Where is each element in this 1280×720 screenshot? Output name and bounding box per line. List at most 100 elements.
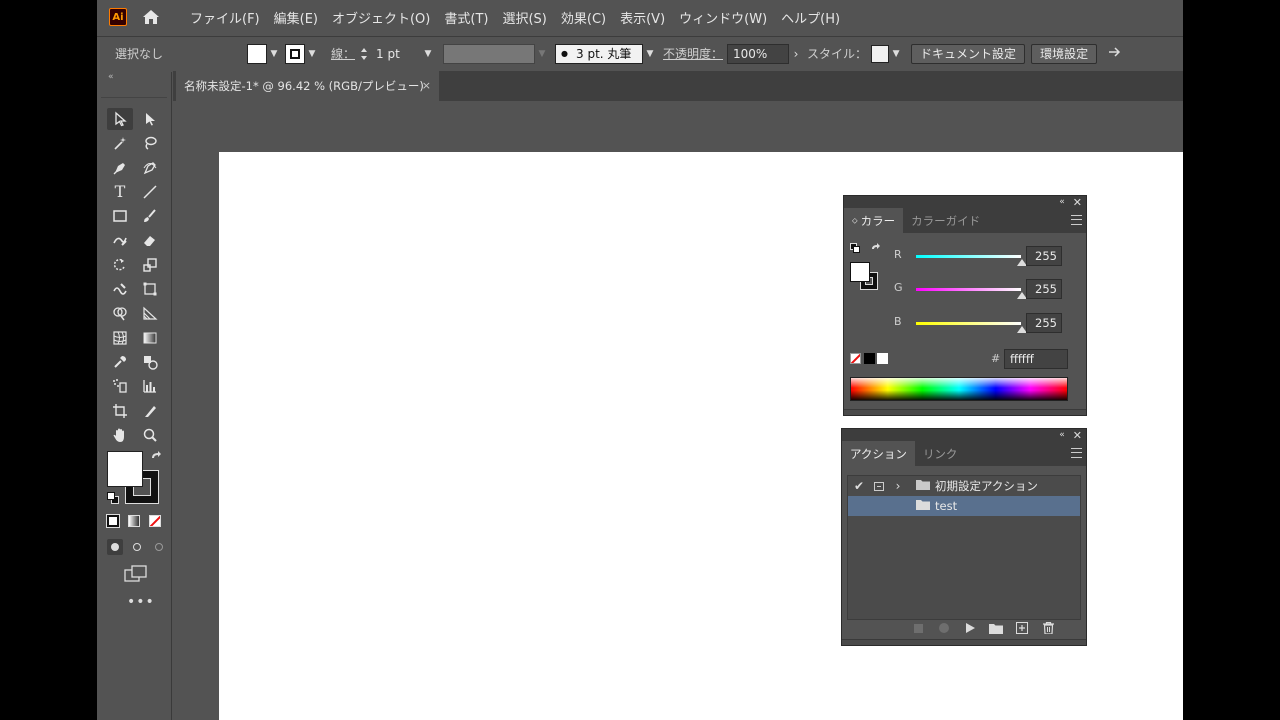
panel-titlebar[interactable]: « ✕ xyxy=(844,196,1086,209)
action-set-row[interactable]: test xyxy=(848,496,1080,516)
menu-help[interactable]: ヘルプ(H) xyxy=(774,8,847,27)
shaper-tool-icon[interactable] xyxy=(107,229,133,251)
home-icon[interactable] xyxy=(141,7,161,27)
new-set-folder-icon[interactable] xyxy=(986,620,1006,636)
eraser-tool-icon[interactable] xyxy=(137,229,163,251)
menu-view[interactable]: 表示(V) xyxy=(613,8,672,27)
more-tools-icon[interactable]: ••• xyxy=(127,594,155,610)
direct-selection-tool-icon[interactable] xyxy=(137,108,163,130)
panel-collapse-icon[interactable]: « xyxy=(97,72,171,86)
blue-value-field[interactable]: 255 xyxy=(1026,313,1062,333)
default-colors-icon[interactable] xyxy=(107,492,119,504)
eyedropper-tool-icon[interactable] xyxy=(107,351,133,373)
shape-builder-tool-icon[interactable] xyxy=(107,302,133,324)
free-transform-tool-icon[interactable] xyxy=(137,278,163,300)
slice-tool-icon[interactable] xyxy=(137,400,163,422)
panel-menu-icon[interactable] xyxy=(1071,215,1082,225)
menu-file[interactable]: ファイル(F) xyxy=(183,8,267,27)
mesh-tool-icon[interactable] xyxy=(107,327,133,349)
scale-tool-icon[interactable] xyxy=(137,254,163,276)
menu-select[interactable]: 選択(S) xyxy=(495,8,553,27)
paintbrush-tool-icon[interactable] xyxy=(137,205,163,227)
black-swatch[interactable] xyxy=(864,353,875,364)
type-tool-icon[interactable]: T xyxy=(107,181,133,203)
tab-links[interactable]: リンク xyxy=(915,441,966,466)
chevron-right-icon[interactable]: › xyxy=(789,44,803,64)
chevron-down-icon[interactable]: ▼ xyxy=(421,44,435,64)
document-tab[interactable]: 名称未設定-1* @ 96.42 % (RGB/プレビュー) × xyxy=(176,71,439,101)
trash-icon[interactable] xyxy=(1038,620,1058,636)
menu-type[interactable]: 書式(T) xyxy=(437,8,495,27)
play-icon[interactable] xyxy=(960,620,980,636)
menu-window[interactable]: ウィンドウ(W) xyxy=(672,8,774,27)
fill-color-swatch[interactable] xyxy=(107,451,143,487)
dialog-toggle-icon[interactable] xyxy=(870,481,888,491)
stroke-swatch[interactable] xyxy=(285,43,305,64)
action-set-row[interactable]: ✔ › 初期設定アクション xyxy=(848,476,1080,496)
opacity-field[interactable]: 100% xyxy=(727,43,790,64)
panel-menu-icon[interactable] xyxy=(1071,448,1082,458)
green-slider-track[interactable] xyxy=(916,288,1021,291)
panel-resize-grip[interactable] xyxy=(842,639,1086,645)
warp-tool-icon[interactable] xyxy=(107,278,133,300)
tab-color[interactable]: ⬦ カラー xyxy=(844,208,904,233)
menu-effect[interactable]: 効果(C) xyxy=(554,8,613,27)
menu-edit[interactable]: 編集(E) xyxy=(267,8,325,27)
tab-color-guide[interactable]: カラーガイド xyxy=(903,208,988,233)
draw-normal-icon[interactable] xyxy=(107,539,123,555)
chevron-down-icon[interactable]: ▼ xyxy=(305,44,319,64)
none-color-icon[interactable] xyxy=(850,353,861,364)
symbol-sprayer-tool-icon[interactable] xyxy=(107,375,133,397)
tab-actions[interactable]: アクション xyxy=(842,441,915,466)
hand-tool-icon[interactable] xyxy=(107,424,133,446)
red-value-field[interactable]: 255 xyxy=(1026,246,1062,266)
graphic-style-swatch[interactable] xyxy=(871,44,890,63)
color-mode-icon[interactable] xyxy=(106,514,120,528)
spinner-icon[interactable] xyxy=(357,44,371,64)
stroke-weight-field[interactable]: 1 pt xyxy=(371,43,422,64)
close-panel-icon[interactable]: ✕ xyxy=(1073,429,1082,442)
magic-wand-tool-icon[interactable] xyxy=(107,132,133,154)
line-tool-icon[interactable] xyxy=(137,181,163,203)
fill-swatch[interactable] xyxy=(247,43,267,64)
swap-fill-stroke-icon[interactable] xyxy=(870,242,882,257)
zoom-tool-icon[interactable] xyxy=(137,424,163,446)
draw-inside-icon[interactable] xyxy=(151,539,167,555)
document-setup-button[interactable]: ドキュメント設定 xyxy=(911,43,1026,64)
chevron-down-icon[interactable]: ▼ xyxy=(643,44,657,64)
red-slider-track[interactable] xyxy=(916,255,1021,258)
collapse-panel-icon[interactable]: « xyxy=(1059,197,1065,207)
chevron-right-icon[interactable]: › xyxy=(888,479,908,493)
panel-grip[interactable] xyxy=(101,86,167,98)
brush-definition[interactable]: ● 3 pt. 丸筆 xyxy=(555,43,644,64)
checkmark-icon[interactable]: ✔ xyxy=(848,479,870,493)
green-value-field[interactable]: 255 xyxy=(1026,279,1062,299)
default-fill-stroke-icon[interactable] xyxy=(850,243,860,253)
draw-behind-icon[interactable] xyxy=(129,539,145,555)
blend-tool-icon[interactable] xyxy=(137,351,163,373)
artboard-tool-icon[interactable] xyxy=(107,400,133,422)
swap-colors-icon[interactable] xyxy=(149,450,163,467)
perspective-grid-tool-icon[interactable] xyxy=(137,302,163,324)
panel-titlebar[interactable]: « ✕ xyxy=(842,429,1086,442)
pen-tool-icon[interactable] xyxy=(107,157,133,179)
rotate-tool-icon[interactable] xyxy=(107,254,133,276)
close-icon[interactable]: × xyxy=(422,79,431,92)
rectangle-tool-icon[interactable] xyxy=(107,205,133,227)
none-mode-icon[interactable] xyxy=(149,515,161,527)
collapse-panel-icon[interactable]: « xyxy=(1059,430,1065,440)
new-action-icon[interactable] xyxy=(1012,620,1032,636)
chevron-down-icon[interactable]: ▼ xyxy=(267,44,281,64)
blue-slider-track[interactable] xyxy=(916,322,1021,325)
close-panel-icon[interactable]: ✕ xyxy=(1073,196,1082,209)
lasso-tool-icon[interactable] xyxy=(137,132,163,154)
variable-width-profile[interactable] xyxy=(443,43,536,64)
preferences-button[interactable]: 環境設定 xyxy=(1031,43,1098,64)
menu-object[interactable]: オブジェクト(O) xyxy=(325,8,437,27)
arrange-documents-icon[interactable] xyxy=(1107,45,1121,62)
screen-mode-icon[interactable] xyxy=(124,565,148,586)
panel-fill-swatch[interactable] xyxy=(850,262,870,282)
color-spectrum[interactable] xyxy=(850,377,1068,401)
selection-tool-icon[interactable] xyxy=(107,108,133,130)
chevron-down-icon[interactable]: ▼ xyxy=(889,44,903,64)
